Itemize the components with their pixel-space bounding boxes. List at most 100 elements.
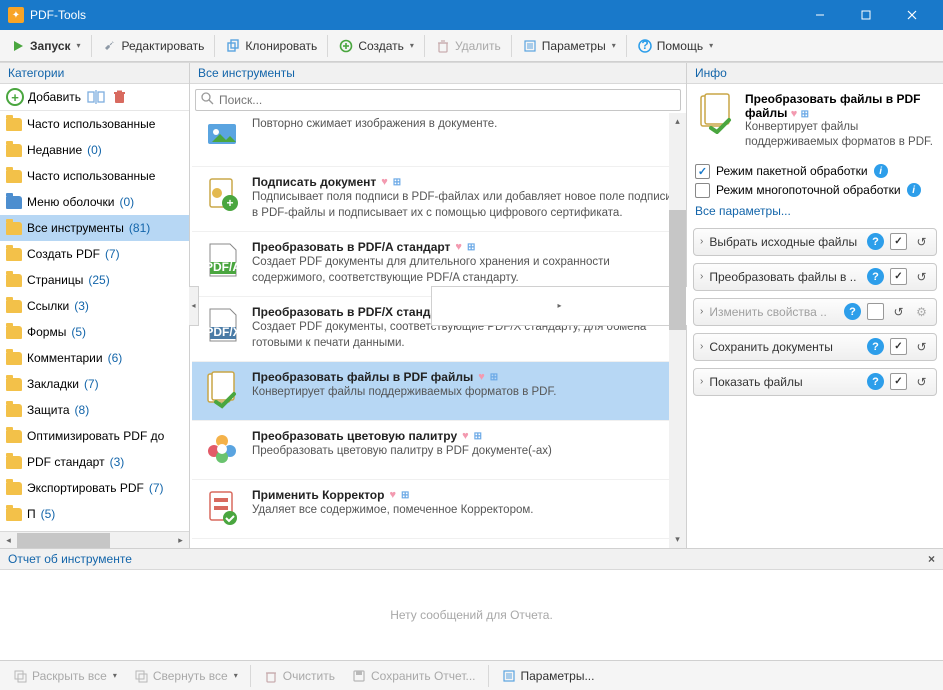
step-help-button[interactable]: ? [867, 233, 884, 250]
step-help-button[interactable]: ? [867, 373, 884, 390]
step-enabled-checkbox[interactable] [890, 268, 907, 285]
tool-name: Преобразовать в PDF/A стандарт [252, 240, 450, 254]
category-item[interactable]: Страницы (25) [0, 267, 189, 293]
step-enabled-checkbox[interactable] [890, 338, 907, 355]
help-button[interactable]: ? Помощь▾ [631, 33, 719, 59]
multithread-checkbox[interactable] [695, 183, 710, 198]
windows-icon: ⊞ [393, 177, 401, 188]
expand-all-button[interactable]: Раскрыть все▾ [6, 663, 123, 689]
bottom-toolbar: Раскрыть все▾ Свернуть все▾ Очистить Сох… [0, 660, 943, 690]
svg-text:?: ? [641, 39, 648, 52]
collapse-right-handle[interactable]: ▸ [431, 286, 687, 326]
category-item[interactable]: Недавние (0) [0, 137, 189, 163]
titlebar: ✦ PDF-Tools [0, 0, 943, 30]
category-item[interactable]: Оптимизировать PDF до [0, 423, 189, 449]
step-enabled-checkbox[interactable] [867, 303, 884, 320]
processing-options: Режим пакетной обработки i Режим многопо… [687, 158, 943, 204]
category-item[interactable]: Часто использованные [0, 111, 189, 137]
tool-step[interactable]: ›Сохранить документы?↺ [693, 333, 937, 361]
tools-list[interactable]: Повторно сжимает изображения в документе… [190, 116, 686, 548]
category-count: (5) [71, 325, 86, 339]
delete-category-button[interactable] [111, 88, 129, 106]
category-item[interactable]: Экспортировать PDF (7) [0, 475, 189, 501]
clear-report-button[interactable]: Очистить [257, 663, 341, 689]
tool-item[interactable]: Преобразовать файлы в PDF файлы ♥ ⊞Конве… [192, 362, 684, 421]
tool-desc: Преобразовать цветовую палитру в PDF док… [252, 444, 674, 460]
delete-button[interactable]: Удалить [429, 33, 507, 59]
folder-icon [6, 326, 22, 339]
windows-icon: ⊞ [467, 242, 475, 253]
category-label: Закладки [27, 377, 79, 391]
step-help-button[interactable]: ? [867, 268, 884, 285]
step-enabled-checkbox[interactable] [890, 233, 907, 250]
trash-icon [435, 38, 451, 54]
tool-item[interactable]: Повторно сжимает изображения в документе… [192, 116, 684, 167]
search-field[interactable] [195, 89, 681, 111]
favorite-icon: ♥ [462, 430, 469, 442]
tool-item[interactable]: Применить Корректор ♥ ⊞Удаляет все содер… [192, 480, 684, 539]
all-params-link[interactable]: Все параметры... [687, 204, 943, 224]
chevron-right-icon: › [700, 341, 703, 352]
minimize-button[interactable] [797, 0, 843, 30]
category-item[interactable]: Меню оболочки (0) [0, 189, 189, 215]
edit-button[interactable]: Редактировать [96, 33, 211, 59]
rename-category-button[interactable] [87, 88, 105, 106]
tool-item[interactable]: +Подписать документ ♥ ⊞Подписывает поля … [192, 167, 684, 232]
tool-item[interactable]: Преобразовать цветовую палитру ♥ ⊞Преобр… [192, 421, 684, 480]
tool-step[interactable]: ›Изменить свойства ..?↺⚙ [693, 298, 937, 326]
selected-tool-desc: Конвертирует файлы поддерживаемых формат… [745, 120, 935, 150]
tool-step[interactable]: ›Выбрать исходные файлы?↺ [693, 228, 937, 256]
search-input[interactable] [219, 93, 675, 107]
step-reset-button[interactable]: ↺ [913, 268, 930, 285]
categories-list[interactable]: Часто использованные Недавние (0)Часто и… [0, 111, 189, 531]
folder-icon [6, 352, 22, 365]
step-reset-button[interactable]: ↺ [913, 233, 930, 250]
gear-icon[interactable]: ⚙ [913, 303, 930, 320]
batch-mode-label: Режим пакетной обработки [716, 164, 868, 178]
maximize-button[interactable] [843, 0, 889, 30]
close-report-button[interactable]: × [928, 552, 935, 566]
save-report-button[interactable]: Сохранить Отчет... [345, 663, 482, 689]
step-reset-button[interactable]: ↺ [890, 303, 907, 320]
categories-toolbar: + Добавить [0, 84, 189, 111]
categories-hscroll[interactable]: ◂▸ [0, 531, 189, 548]
collapse-all-button[interactable]: Свернуть все▾ [127, 663, 244, 689]
tools-vscroll[interactable]: ▴▾ [669, 113, 686, 548]
tool-step[interactable]: ›Преобразовать файлы в ..?↺ [693, 263, 937, 291]
category-item[interactable]: Все инструменты (81) [0, 215, 189, 241]
category-item[interactable]: PDF стандарт (3) [0, 449, 189, 475]
category-item[interactable]: Комментарии (6) [0, 345, 189, 371]
close-button[interactable] [889, 0, 935, 30]
category-item[interactable]: Создать PDF (7) [0, 241, 189, 267]
tool-step[interactable]: ›Показать файлы?↺ [693, 368, 937, 396]
collapse-left-handle[interactable]: ◂ [189, 286, 199, 326]
report-body: Нету сообщений для Отчета. [0, 570, 943, 660]
folder-icon [6, 404, 22, 417]
report-params-button[interactable]: Параметры... [495, 663, 601, 689]
step-help-button[interactable]: ? [867, 338, 884, 355]
step-enabled-checkbox[interactable] [890, 373, 907, 390]
category-item[interactable]: Ссылки (3) [0, 293, 189, 319]
category-count: (25) [88, 273, 109, 287]
category-item[interactable]: Закладки (7) [0, 371, 189, 397]
favorite-icon: ♥ [791, 108, 798, 120]
clone-button[interactable]: Клонировать [219, 33, 323, 59]
favorite-icon: ♥ [455, 241, 462, 253]
clone-icon [225, 38, 241, 54]
params-button[interactable]: Параметры▾ [516, 33, 622, 59]
category-item[interactable]: Защита (8) [0, 397, 189, 423]
run-button[interactable]: Запуск▾ [4, 33, 87, 59]
category-item[interactable]: Формы (5) [0, 319, 189, 345]
batch-mode-checkbox[interactable] [695, 164, 710, 179]
info-icon[interactable]: i [874, 164, 888, 178]
add-category-button[interactable]: + Добавить [6, 88, 81, 106]
step-reset-button[interactable]: ↺ [913, 338, 930, 355]
category-item[interactable]: Часто использованные [0, 163, 189, 189]
create-button[interactable]: Создать▾ [332, 33, 420, 59]
step-reset-button[interactable]: ↺ [913, 373, 930, 390]
tool-desc: Подписывает поля подписи в PDF-файлах ил… [252, 190, 674, 221]
category-count: (0) [87, 143, 102, 157]
step-help-button[interactable]: ? [844, 303, 861, 320]
info-icon[interactable]: i [907, 183, 921, 197]
category-item[interactable]: П (5) [0, 501, 189, 527]
